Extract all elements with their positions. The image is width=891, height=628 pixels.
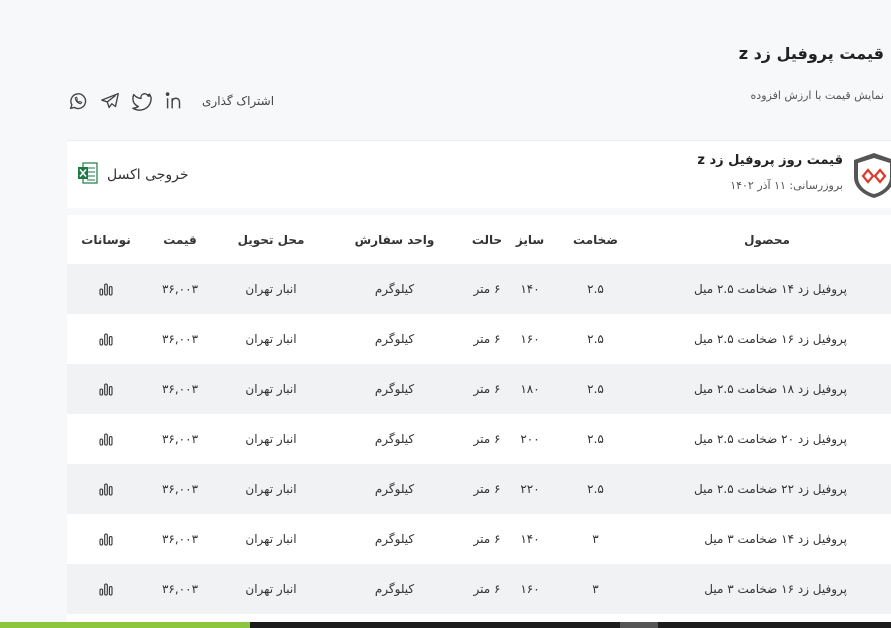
size-cell: ۲۰۰ <box>512 414 548 464</box>
excel-icon <box>77 161 99 189</box>
product-cell[interactable]: پروفیل زد ۱۸ ضخامت ۲.۵ میل <box>643 364 891 414</box>
product-cell[interactable]: پروفیل زد ۱۶ ضخامت ۲.۵ میل <box>643 314 891 364</box>
price-cell: ۳۶,۰۰۳ <box>145 264 215 314</box>
footer-segment <box>620 622 658 628</box>
table-row: ۳۶,۰۰۳ انبار تهران کیلوگرم ۶ متر ۱۶۰ ۳ پروفیل … <box>67 564 891 614</box>
thickness-cell: ۲.۵ <box>548 414 643 464</box>
state-cell: ۶ متر <box>462 414 512 464</box>
share-bar: اشتراک گذاری <box>66 88 274 114</box>
product-cell[interactable]: پروفیل زد ۲۰ ضخامت ۲.۵ میل <box>643 414 891 464</box>
price-chart-icon[interactable] <box>98 381 114 397</box>
size-cell: ۲۲۰ <box>512 464 548 514</box>
share-label: اشتراک گذاری <box>202 94 275 108</box>
unit-cell: کیلوگرم <box>327 314 462 364</box>
price-chart-icon[interactable] <box>98 481 114 497</box>
size-cell: ۱۶۰ <box>512 314 548 364</box>
fluctuation-cell <box>67 564 145 614</box>
unit-cell: کیلوگرم <box>327 414 462 464</box>
card-title: قیمت روز پروفیل زد z <box>697 153 843 168</box>
twitter-icon[interactable] <box>130 89 154 113</box>
product-cell[interactable]: پروفیل زد ۱۶ ضخامت ۳ میل <box>643 564 891 614</box>
thickness-cell: ۲.۵ <box>548 264 643 314</box>
last-updated: بروزرسانی: ۱۱ آذر ۱۴۰۲ <box>730 179 843 192</box>
fluctuation-cell <box>67 314 145 364</box>
location-cell: انبار تهران <box>215 464 327 514</box>
fluctuation-cell <box>67 264 145 314</box>
col-header-price: قیمت <box>145 215 215 264</box>
fluctuation-cell <box>67 414 145 464</box>
location-cell: انبار تهران <box>215 514 327 564</box>
size-cell: ۱۸۰ <box>512 364 548 414</box>
unit-cell: کیلوگرم <box>327 264 462 314</box>
location-cell: انبار تهران <box>215 264 327 314</box>
excel-export-button[interactable]: خروجی اکسل <box>77 161 189 189</box>
price-chart-icon[interactable] <box>98 281 114 297</box>
footer-accent <box>0 622 250 628</box>
thickness-cell: ۳ <box>548 514 643 564</box>
col-header-thickness: ضخامت <box>548 215 643 264</box>
col-header-fluctuation: نوسانات <box>67 215 145 264</box>
col-header-size: سایز <box>512 215 548 264</box>
vat-toggle-label[interactable]: نمایش قیمت با ارزش افزوده <box>751 89 884 102</box>
state-cell: ۶ متر <box>462 564 512 614</box>
fluctuation-cell <box>67 364 145 414</box>
size-cell: ۱۴۰ <box>512 514 548 564</box>
brand-logo-icon <box>851 151 891 199</box>
price-cell: ۳۶,۰۰۳ <box>145 564 215 614</box>
col-header-unit: واحد سفارش <box>327 215 462 264</box>
state-cell: ۶ متر <box>462 264 512 314</box>
linkedin-icon[interactable] <box>162 89 186 113</box>
state-cell: ۶ متر <box>462 364 512 414</box>
price-table: نوسانات قیمت محل تحویل واحد سفارش حالت س… <box>67 215 891 628</box>
state-cell: ۶ متر <box>462 514 512 564</box>
table-header-row: نوسانات قیمت محل تحویل واحد سفارش حالت س… <box>67 215 891 264</box>
size-cell: ۱۶۰ <box>512 564 548 614</box>
price-cell: ۳۶,۰۰۳ <box>145 514 215 564</box>
thickness-cell: ۲.۵ <box>548 464 643 514</box>
price-chart-icon[interactable] <box>98 581 114 597</box>
location-cell: انبار تهران <box>215 564 327 614</box>
thickness-cell: ۲.۵ <box>548 314 643 364</box>
table-row: ۳۶,۰۰۳ انبار تهران کیلوگرم ۶ متر ۱۴۰ ۳ پروفیل … <box>67 514 891 564</box>
price-cell: ۳۶,۰۰۳ <box>145 414 215 464</box>
state-cell: ۶ متر <box>462 314 512 364</box>
table-row: ۳۶,۰۰۳ انبار تهران کیلوگرم ۶ متر ۲۰۰ ۲.۵ پروفی… <box>67 414 891 464</box>
unit-cell: کیلوگرم <box>327 464 462 514</box>
price-cell: ۳۶,۰۰۳ <box>145 364 215 414</box>
table-row: ۳۶,۰۰۳ انبار تهران کیلوگرم ۶ متر ۱۸۰ ۲.۵ پروفی… <box>67 364 891 414</box>
product-cell[interactable]: پروفیل زد ۱۴ ضخامت ۳ میل <box>643 514 891 564</box>
unit-cell: کیلوگرم <box>327 364 462 414</box>
location-cell: انبار تهران <box>215 414 327 464</box>
col-header-product: محصول <box>643 215 891 264</box>
unit-cell: کیلوگرم <box>327 564 462 614</box>
unit-cell: کیلوگرم <box>327 514 462 564</box>
thickness-cell: ۲.۵ <box>548 364 643 414</box>
col-header-state: حالت <box>462 215 512 264</box>
price-chart-icon[interactable] <box>98 331 114 347</box>
price-chart-icon[interactable] <box>98 431 114 447</box>
excel-export-label: خروجی اکسل <box>107 167 189 183</box>
fluctuation-cell <box>67 464 145 514</box>
col-header-location: محل تحویل <box>215 215 327 264</box>
state-cell: ۶ متر <box>462 464 512 514</box>
price-card-header: قیمت روز پروفیل زد z بروزرسانی: ۱۱ آذر ۱… <box>67 140 891 208</box>
fluctuation-cell <box>67 514 145 564</box>
price-cell: ۳۶,۰۰۳ <box>145 314 215 364</box>
table-row: ۳۶,۰۰۳ انبار تهران کیلوگرم ۶ متر ۲۲۰ ۲.۵ پروفی… <box>67 464 891 514</box>
table-row: ۳۶,۰۰۳ انبار تهران کیلوگرم ۶ متر ۱۶۰ ۲.۵ پروفی… <box>67 314 891 364</box>
location-cell: انبار تهران <box>215 314 327 364</box>
thickness-cell: ۳ <box>548 564 643 614</box>
product-cell[interactable]: پروفیل زد ۱۴ ضخامت ۲.۵ میل <box>643 264 891 314</box>
whatsapp-icon[interactable] <box>66 89 90 113</box>
product-cell[interactable]: پروفیل زد ۲۲ ضخامت ۲.۵ میل <box>643 464 891 514</box>
size-cell: ۱۴۰ <box>512 264 548 314</box>
table-row: ۳۶,۰۰۳ انبار تهران کیلوگرم ۶ متر ۱۴۰ ۲.۵ پروفی… <box>67 264 891 314</box>
price-cell: ۳۶,۰۰۳ <box>145 464 215 514</box>
price-chart-icon[interactable] <box>98 531 114 547</box>
page-title: قیمت پروفیل زد z <box>738 44 884 63</box>
telegram-icon[interactable] <box>98 89 122 113</box>
location-cell: انبار تهران <box>215 364 327 414</box>
